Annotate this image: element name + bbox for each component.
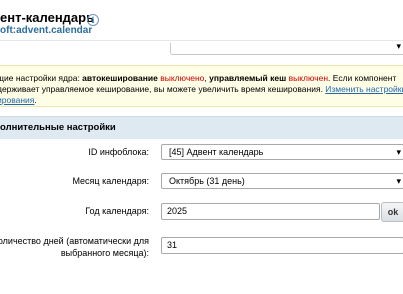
page-title: ент-календарь [0,10,95,25]
month-select[interactable]: Октябрь (31 день) ▾ [161,173,403,189]
change-cache-settings-link[interactable]: Изменить настройки [325,84,403,94]
cache-notice: щие настройки ядра: автокеширование выкл… [0,65,403,107]
notice-text: . Если компонент [328,73,397,83]
ok-button[interactable]: ok [381,202,403,222]
section-title: олнительные настройки [0,122,116,133]
iblock-select[interactable]: [45] Адвент календарь ▾ [161,144,403,160]
iblock-select-value: [45] Адвент календарь [169,147,264,157]
notice-line-1: щие настройки ядра: автокеширование выкл… [0,73,396,84]
section-header: олнительные настройки [0,116,403,139]
notice-managed-cache-label: управляемый кеш [209,73,287,83]
year-input[interactable]: 2025 [161,203,380,220]
notice-text: . [34,95,37,105]
notice-text: держивает управляемое кеширование, вы мо… [0,84,326,94]
managed-cache-status: выключен [288,73,329,83]
days-count-input[interactable]: 31 [161,237,403,254]
days-label-line-2: выбранного месяца): [60,248,149,258]
top-select[interactable]: ▾ [170,41,403,55]
month-label: Месяц календаря: [72,176,149,186]
change-cache-settings-link-cont[interactable]: ирования [0,95,34,105]
notice-line-2: держивает управляемое кеширование, вы мо… [0,84,403,95]
month-select-value: Октябрь (31 день) [169,176,245,186]
year-label: Год календаря: [85,206,149,216]
chevron-down-icon: ▾ [396,147,401,157]
notice-text: щие настройки ядра: [0,73,83,83]
module-id: oft:advent.calendar [0,25,93,36]
notice-autocache-label: автокеширование [82,73,158,83]
chevron-down-icon: ▾ [396,176,401,186]
iblock-label: ID инфоблока: [88,147,149,157]
days-label-line-1: Количество дней (автоматически для [0,236,149,246]
autocache-status: выключено [160,73,205,83]
chevron-down-icon: ▾ [396,41,401,51]
component-header: ент-календарь i oft:advent.calendar [0,0,403,41]
notice-line-3: ирования. [0,95,37,106]
